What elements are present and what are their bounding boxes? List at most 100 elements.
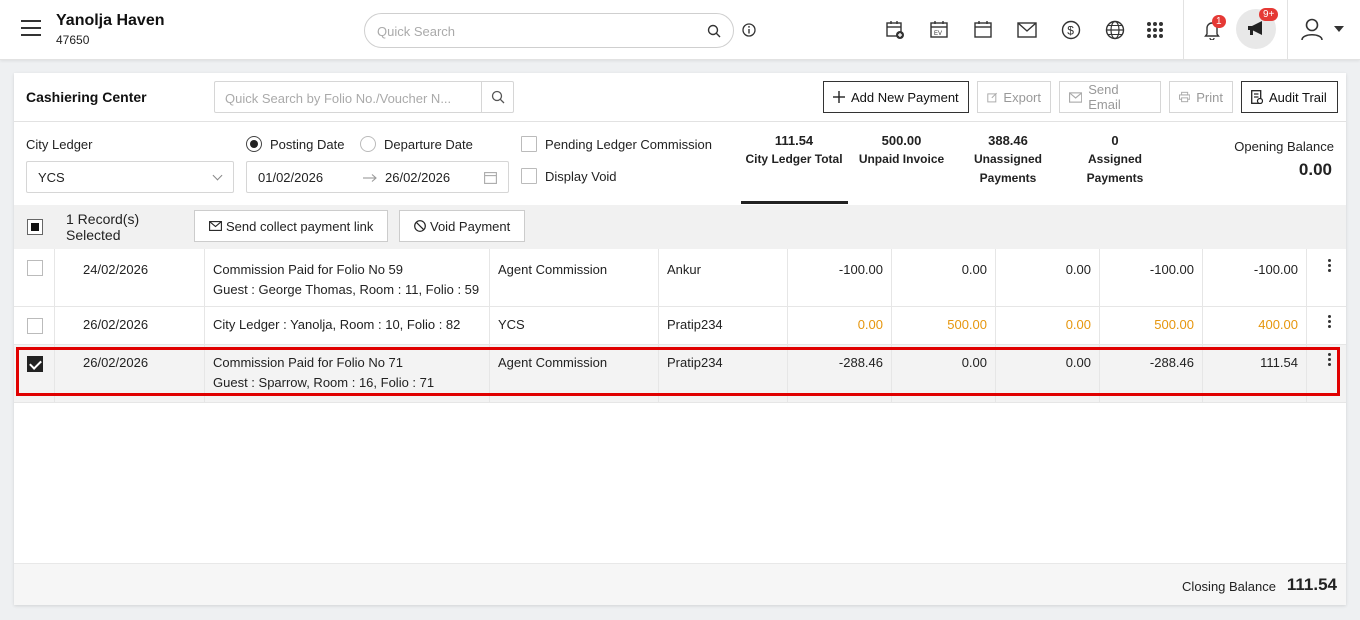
row-date: 26/02/2026 xyxy=(74,345,205,402)
row-type: Agent Commission xyxy=(490,249,659,306)
apps-grid-icon[interactable] xyxy=(1144,19,1166,41)
assigned-value: 0 xyxy=(1111,133,1119,148)
row-amount-4: 500.00 xyxy=(1100,307,1203,344)
add-new-payment-button[interactable]: Add New Payment xyxy=(823,81,969,113)
pending-commission-checkbox[interactable] xyxy=(521,136,537,152)
display-void-checkbox[interactable] xyxy=(521,168,537,184)
posting-date-radio[interactable] xyxy=(246,136,262,152)
search-icon xyxy=(491,90,504,104)
records-selected-text: 1 Record(s) Selected xyxy=(66,211,166,243)
selection-bar: 1 Record(s) Selected Send collect paymen… xyxy=(14,205,1346,249)
row-amount-2: 500.00 xyxy=(892,307,996,344)
search-icon[interactable] xyxy=(707,24,721,38)
assigned-label: Assigned Payments xyxy=(1086,152,1144,185)
row-checkbox[interactable] xyxy=(27,260,43,276)
posting-date-label: Posting Date xyxy=(270,137,345,152)
calendar-add-icon[interactable] xyxy=(884,19,906,41)
city-ledger-total-stat[interactable]: 111.54 City Ledger Total xyxy=(744,131,844,169)
assigned-payments-stat[interactable]: 0 Assigned Payments xyxy=(1059,131,1171,188)
row-amount-1: 0.00 xyxy=(788,307,892,344)
void-payment-button[interactable]: Void Payment xyxy=(399,210,526,242)
top-bar: Yanolja Haven 47650 EV $ 1 9+ xyxy=(0,0,1360,60)
unassigned-value: 388.46 xyxy=(988,133,1028,148)
chevron-down-icon xyxy=(212,170,223,181)
separator xyxy=(1183,0,1184,60)
row-amount-4: -288.46 xyxy=(1100,345,1203,402)
unassigned-label-line1: Unassigned xyxy=(973,152,1042,166)
cell-divider xyxy=(54,345,55,402)
opening-balance-value: 0.00 xyxy=(1298,160,1332,179)
active-stat-indicator xyxy=(741,201,848,204)
select-all-checkbox[interactable] xyxy=(27,219,43,235)
row-type: Agent Commission xyxy=(490,345,659,402)
city-ledger-value: YCS xyxy=(38,170,65,185)
mail-icon xyxy=(209,221,222,231)
table-row[interactable]: 26/02/2026 Commission Paid for Folio No … xyxy=(14,345,1346,403)
print-button[interactable]: Print xyxy=(1169,81,1233,113)
more-vert-icon[interactable] xyxy=(1328,259,1332,274)
audit-trail-label: Audit Trail xyxy=(1269,89,1327,105)
more-vert-icon[interactable] xyxy=(1328,315,1332,330)
divider xyxy=(14,121,1346,122)
cell-divider xyxy=(54,249,55,306)
svg-text:$: $ xyxy=(1067,24,1074,38)
row-amount-2: 0.00 xyxy=(892,249,996,306)
announcement-badge: 9+ xyxy=(1259,8,1279,21)
unpaid-invoice-value: 500.00 xyxy=(881,133,922,148)
table-row[interactable]: 26/02/2026 City Ledger : Yanolja, Room :… xyxy=(14,307,1346,345)
info-icon[interactable] xyxy=(742,23,756,37)
city-ledger-select[interactable]: YCS xyxy=(26,161,234,193)
footer: Closing Balance 111.54 xyxy=(14,563,1346,605)
date-to: 26/02/2026 xyxy=(385,170,451,185)
audit-trail-button[interactable]: Audit Trail xyxy=(1241,81,1338,113)
quick-search xyxy=(364,13,734,48)
dollar-icon[interactable]: $ xyxy=(1060,19,1082,41)
row-balance: 111.54 xyxy=(1203,345,1307,402)
date-range-picker[interactable]: 01/02/2026 26/02/2026 xyxy=(246,161,509,193)
display-void-label: Display Void xyxy=(545,169,617,184)
folio-search xyxy=(214,81,514,113)
row-checkbox[interactable] xyxy=(27,356,43,372)
ban-icon xyxy=(414,220,426,232)
row-amount-3: 0.00 xyxy=(996,249,1100,306)
unassigned-payments-stat[interactable]: 388.46 Unassigned Payments xyxy=(964,131,1052,188)
records-count: 1 Record(s) xyxy=(66,211,140,227)
row-description: City Ledger : Yanolja, Room : 10, Folio … xyxy=(205,307,490,344)
row-amount-1: -288.46 xyxy=(788,345,892,402)
calendar-event-icon[interactable]: EV xyxy=(928,19,950,41)
chevron-down-icon[interactable] xyxy=(1334,26,1344,32)
table-row[interactable]: 24/02/2026 Commission Paid for Folio No … xyxy=(14,249,1346,307)
user-icon[interactable] xyxy=(1300,17,1324,41)
row-checkbox[interactable] xyxy=(27,318,43,334)
cashiering-panel: Cashiering Center Add New Payment Export… xyxy=(14,73,1346,605)
row-balance: 400.00 xyxy=(1203,307,1307,344)
quick-search-input[interactable] xyxy=(377,21,697,41)
send-email-button[interactable]: Send Email xyxy=(1059,81,1161,113)
folio-search-button[interactable] xyxy=(481,82,513,112)
send-collect-payment-link-button[interactable]: Send collect payment link xyxy=(194,210,389,242)
city-ledger-label: City Ledger xyxy=(26,137,93,152)
row-desc-line1: Commission Paid for Folio No 71 xyxy=(213,355,404,370)
folio-search-input[interactable] xyxy=(225,88,475,108)
row-description: Commission Paid for Folio No 71 Guest : … xyxy=(205,345,490,402)
city-ledger-total-label: City Ledger Total xyxy=(745,152,843,166)
print-label: Print xyxy=(1196,89,1223,105)
departure-date-radio[interactable] xyxy=(360,136,376,152)
mail-icon[interactable] xyxy=(1016,19,1038,41)
unassigned-label-line2: Payments xyxy=(979,171,1037,185)
unpaid-invoice-stat[interactable]: 500.00 Unpaid Invoice xyxy=(854,131,949,169)
date-from: 01/02/2026 xyxy=(258,170,324,185)
globe-icon[interactable] xyxy=(1104,19,1126,41)
export-button[interactable]: Export xyxy=(977,81,1051,113)
send-collect-payment-link-label: Send collect payment link xyxy=(226,218,374,234)
row-date: 24/02/2026 xyxy=(74,249,205,306)
menu-icon[interactable] xyxy=(21,20,41,36)
records-selected-label: Selected xyxy=(66,227,121,243)
closing-balance-value: 111.54 xyxy=(1286,575,1337,594)
printer-icon xyxy=(1179,91,1191,103)
unpaid-invoice-label: Unpaid Invoice xyxy=(858,152,945,166)
row-amount-3: 0.00 xyxy=(996,307,1100,344)
row-user: Pratip234 xyxy=(659,345,788,402)
calendar-icon[interactable] xyxy=(972,19,994,41)
more-vert-icon[interactable] xyxy=(1328,353,1332,368)
